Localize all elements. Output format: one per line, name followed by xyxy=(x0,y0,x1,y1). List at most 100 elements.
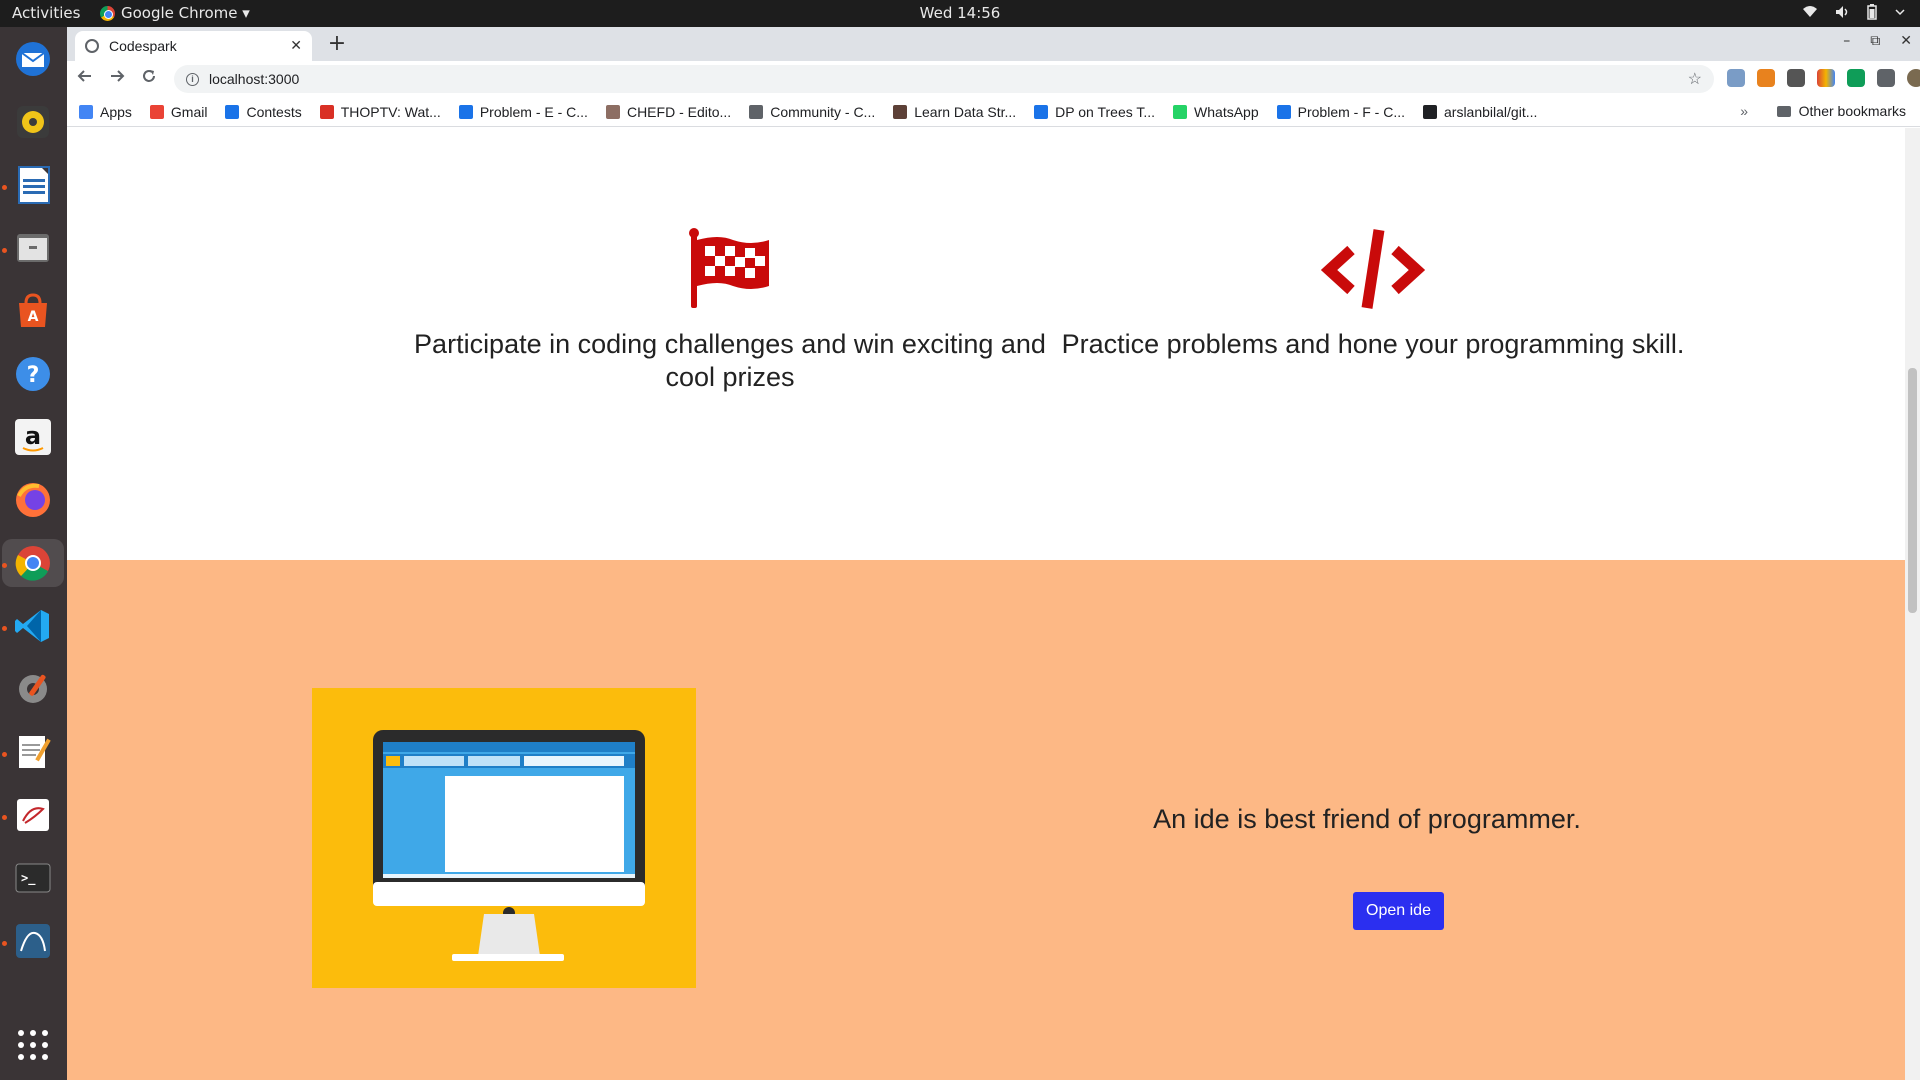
forward-button[interactable] xyxy=(105,67,129,91)
close-window-button[interactable]: ✕ xyxy=(1900,33,1912,49)
app-menu[interactable]: Google Chrome ▾ xyxy=(100,4,250,22)
extension-icon[interactable] xyxy=(1727,69,1745,87)
reload-icon xyxy=(143,70,155,82)
writer-icon[interactable] xyxy=(9,161,57,209)
running-indicator xyxy=(2,563,7,568)
site-info-icon[interactable]: i xyxy=(186,72,199,86)
tab-title: Codespark xyxy=(109,38,177,54)
metamask-icon[interactable] xyxy=(1757,69,1775,87)
cc-icon xyxy=(893,104,908,119)
new-tab-button[interactable]: + xyxy=(323,31,351,59)
extension-bars-icon[interactable] xyxy=(1817,69,1835,87)
clock[interactable]: Wed 14:56 xyxy=(920,4,1001,22)
feature-practice-text: Practice problems and hone your programm… xyxy=(1061,329,1685,359)
minimize-button[interactable]: – xyxy=(1843,33,1850,49)
vscode-icon[interactable] xyxy=(9,602,57,650)
bookmark-whatsapp[interactable]: WhatsApp xyxy=(1173,104,1259,120)
url-text: localhost:3000 xyxy=(209,71,300,87)
running-indicator xyxy=(2,815,7,820)
bookmark-chefd[interactable]: CHEFD - Edito... xyxy=(605,103,732,120)
bookmark-contests[interactable]: Contests xyxy=(225,104,302,120)
firefox-icon[interactable] xyxy=(9,476,57,524)
volume-icon xyxy=(1836,6,1848,18)
document-viewer-icon[interactable] xyxy=(9,791,57,839)
reload-button[interactable] xyxy=(137,67,161,91)
power-menu-icon xyxy=(1895,9,1905,16)
address-bar[interactable]: i localhost:3000 ☆ xyxy=(174,65,1714,93)
extension-badge-icon[interactable] xyxy=(1847,69,1865,87)
extension-cube-icon[interactable] xyxy=(1787,69,1805,87)
ide-section: An ide is best friend of programmer. Ope… xyxy=(67,560,1905,1080)
bookmark-label: Gmail xyxy=(170,103,208,120)
bookmark-label: CHEFD - Edito... xyxy=(626,103,732,120)
tab-strip: Codespark ✕ + – ⧉ ✕ xyxy=(67,27,1920,61)
text-editor-icon[interactable] xyxy=(9,728,57,776)
bookmark-problem-f[interactable]: Problem - F - C... xyxy=(1276,103,1405,120)
avatar[interactable] xyxy=(1907,69,1920,87)
thunderbird-icon[interactable] xyxy=(9,35,57,83)
open-ide-button[interactable]: Open ide xyxy=(1353,892,1444,930)
system-top-bar: Activities Google Chrome ▾ Wed 14:56 xyxy=(0,0,1920,27)
scrollbar-thumb[interactable] xyxy=(1908,368,1917,613)
arrow-left-icon xyxy=(77,70,91,82)
tab-codespark[interactable]: Codespark ✕ xyxy=(75,31,312,61)
bar-chart-icon xyxy=(1276,104,1291,119)
show-apps-icon[interactable] xyxy=(9,1021,57,1069)
bar-chart-icon xyxy=(1034,104,1049,119)
ide-tagline: An ide is best friend of programmer. xyxy=(1153,804,1581,834)
codechef-icon xyxy=(605,104,620,119)
more-bookmarks-button[interactable]: » xyxy=(1740,103,1748,119)
bookmark-label: Problem - F - C... xyxy=(1297,103,1405,120)
bookmark-label: Apps xyxy=(100,103,132,120)
puzzle-icon[interactable] xyxy=(1877,69,1895,87)
bookmarks-bar: Apps Gmail Contests THOPTV: Wat... Probl… xyxy=(67,97,1920,127)
files-icon[interactable] xyxy=(9,224,57,272)
bookmark-apps[interactable]: Apps xyxy=(79,104,132,120)
github-icon xyxy=(1423,104,1437,119)
running-indicator xyxy=(2,941,7,946)
page-content: Participate in coding challenges and win… xyxy=(67,128,1905,1080)
back-button[interactable] xyxy=(73,67,97,91)
feature-contests-text: Participate in coding challenges and win… xyxy=(414,329,1046,392)
bookmark-label: WhatsApp xyxy=(1194,103,1259,120)
chrome-icon[interactable] xyxy=(2,539,64,587)
bar-chart-icon xyxy=(225,104,240,119)
bookmark-dp-trees[interactable]: DP on Trees T... xyxy=(1034,104,1155,120)
bookmark-star-icon[interactable]: ☆ xyxy=(1688,69,1702,89)
bookmark-github[interactable]: arslanbilal/git... xyxy=(1423,104,1537,120)
running-indicator xyxy=(2,752,7,757)
mysql-workbench-icon[interactable] xyxy=(9,917,57,965)
application-dock: A ? a >_ xyxy=(0,27,67,1080)
thoptv-icon xyxy=(319,104,334,119)
status-area[interactable] xyxy=(1802,4,1906,20)
bookmark-label: Problem - E - C... xyxy=(479,103,588,120)
amazon-icon[interactable]: a xyxy=(9,413,57,461)
activities-button[interactable]: Activities xyxy=(12,4,80,22)
close-tab-icon[interactable]: ✕ xyxy=(290,38,302,54)
other-bookmarks-label: Other bookmarks xyxy=(1798,103,1906,119)
bookmark-label: arslanbilal/git... xyxy=(1444,103,1538,120)
code-icon xyxy=(1053,228,1693,309)
page-scrollbar[interactable] xyxy=(1905,128,1920,1080)
arrow-right-icon xyxy=(111,70,125,82)
browser-window: Codespark ✕ + – ⧉ ✕ i localhost:3000 ☆ A… xyxy=(67,27,1920,1080)
other-bookmarks[interactable]: Other bookmarks xyxy=(1776,103,1906,119)
settings-icon[interactable] xyxy=(9,665,57,713)
maximize-button[interactable]: ⧉ xyxy=(1870,33,1880,49)
wifi-icon xyxy=(1803,6,1817,17)
software-icon[interactable]: A xyxy=(9,287,57,335)
running-indicator xyxy=(2,185,7,190)
folder-icon xyxy=(1776,105,1791,117)
svg-text:>_: >_ xyxy=(21,871,36,886)
bookmark-thoptv[interactable]: THOPTV: Wat... xyxy=(319,104,441,120)
browser-toolbar: i localhost:3000 ☆ ⋮ xyxy=(67,61,1920,97)
app-menu-label: Google Chrome ▾ xyxy=(121,4,250,22)
help-icon[interactable]: ? xyxy=(9,350,57,398)
rhythmbox-icon[interactable] xyxy=(9,98,57,146)
bookmark-community[interactable]: Community - C... xyxy=(749,104,875,120)
svg-text:?: ? xyxy=(27,363,40,388)
bookmark-problem-e[interactable]: Problem - E - C... xyxy=(458,103,588,120)
bookmark-gmail[interactable]: Gmail xyxy=(149,103,208,120)
bookmark-learn-data[interactable]: Learn Data Str... xyxy=(893,104,1016,120)
terminal-icon[interactable]: >_ xyxy=(9,854,57,902)
